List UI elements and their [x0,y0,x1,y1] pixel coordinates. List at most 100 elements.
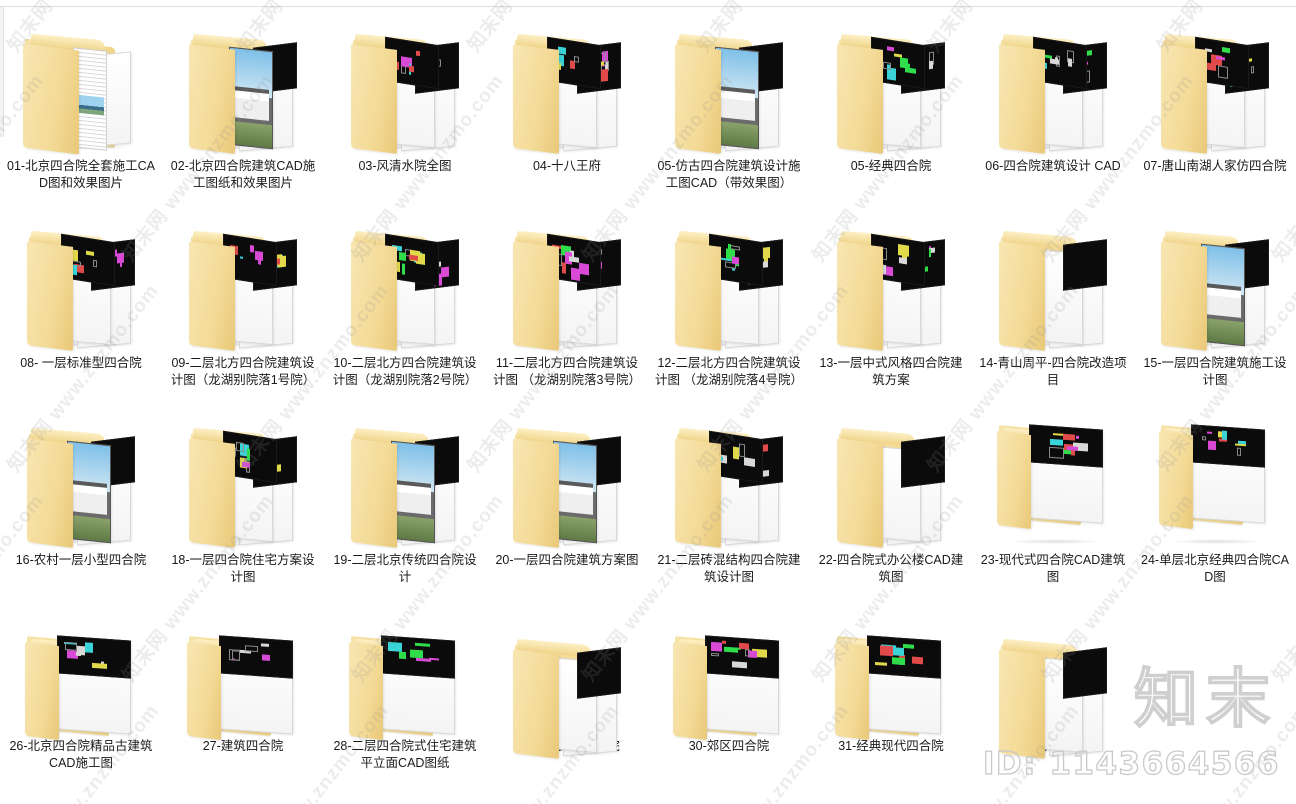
folder-photo-icon[interactable] [669,27,789,154]
folder-item[interactable]: 24-单层北京经典四合院CAD图 [1134,401,1296,598]
folder-simple-icon[interactable] [345,632,465,741]
folder-item[interactable]: 14-青山周平-四合院改造项目 [972,204,1134,401]
folder-item[interactable]: 31-经典现代四合院 [810,598,972,795]
folder-cad-icon[interactable] [183,421,303,548]
folder-cad-icon[interactable] [345,224,465,351]
folder-simple-icon[interactable] [993,421,1113,546]
folder-front-flap [997,430,1031,530]
folder-plain-icon[interactable] [507,632,627,759]
folder-photo-icon[interactable] [507,421,627,548]
folder-label: 30-郊区四合院 [688,739,770,753]
cad-thumbnail-mark [905,62,911,69]
folder-label: 12-二层北方四合院建筑设计图 （龙湖别院落4号院） [655,356,803,387]
folder-item[interactable]: 13-一层中式风格四合院建筑方案 [810,204,972,401]
folder-cad-icon[interactable] [993,27,1113,154]
folder-item[interactable]: 05-经典四合院 [810,7,972,204]
folder-plain-icon[interactable] [993,632,1113,759]
folder-cad-icon[interactable] [669,421,789,548]
folder-label: 02-北京四合院建筑CAD施工图纸和效果图片 [170,159,316,190]
cad-thumbnail-mark [744,456,756,468]
cad-thumbnail-mark [893,53,902,58]
folder-item[interactable]: 28-二层四合院式住宅建筑平立面CAD图纸 [324,598,486,795]
folder-front-flap [673,641,707,741]
folder-item[interactable]: 四合院赠品包 [972,598,1134,795]
photo-thumbnail [715,46,759,150]
folder-item[interactable]: 18-一层四合院住宅方案设计图 [162,401,324,598]
cad-thumbnail-mark [744,648,751,657]
cad-thumbnail-sheet [57,635,131,679]
folder-item[interactable]: 30-郊区四合院 [648,598,810,795]
cad-thumbnail-mark [899,257,907,264]
folder-plain-icon[interactable] [831,421,951,548]
folder-icon [21,421,141,548]
folder-item[interactable]: 04-十八王府 [486,7,648,204]
photo-thumbnail [67,440,111,544]
folder-item[interactable]: 08- 一层标准型四合院 [0,204,162,401]
folder-front-flap [27,241,73,351]
folder-simple-icon[interactable] [21,632,141,741]
folder-photo-icon[interactable] [345,421,465,548]
folder-item[interactable]: 21-二层砖混结构四合院建筑设计图 [648,401,810,598]
folder-simple-icon[interactable] [669,632,789,741]
folder-cad-icon[interactable] [831,27,951,154]
folder-item[interactable]: 15-一层四合院建筑施工设计图 [1134,204,1296,401]
cad-thumbnail-mark [1206,62,1216,72]
cad-thumbnail-mark [1067,58,1073,67]
folder-item[interactable]: 07-唐山南湖人家仿四合院 [1134,7,1296,204]
folder-label: 14-青山周平-四合院改造项目 [979,356,1127,387]
folder-simple-icon[interactable] [831,632,951,741]
photo-layer-gnd [68,514,110,543]
folder-label: 05-经典四合院 [850,159,932,173]
folder-item[interactable]: 27-建筑四合院 [162,598,324,795]
folder-pages-icon[interactable] [21,27,141,155]
folder-cad-icon[interactable] [21,224,141,351]
folder-item[interactable]: 29-北京民居四合院 [486,598,648,795]
folder-front-flap [837,438,883,548]
cad-thumbnail-sheet [705,635,779,679]
folder-item[interactable]: 05-仿古四合院建筑设计施工图CAD（带效果图） [648,7,810,204]
folder-item[interactable]: 01-北京四合院全套施工CAD图和效果图片 [0,7,162,204]
folder-cad-icon[interactable] [183,224,303,351]
folder-label: 01-北京四合院全套施工CAD图和效果图片 [7,159,155,190]
folder-item[interactable]: 19-二层北京传统四合院设计 [324,401,486,598]
folder-plain-icon[interactable] [993,224,1113,351]
folder-photo-icon[interactable] [1155,224,1275,351]
folder-item[interactable]: 02-北京四合院建筑CAD施工图纸和效果图片 [162,7,324,204]
folder-item[interactable]: 03-风清水院全图 [324,7,486,204]
folder-item[interactable]: 11-二层北方四合院建筑设计图 （龙湖别院落3号院） [486,204,648,401]
folder-item[interactable]: 09-二层北方四合院建筑设计图（龙湖别院落1号院） [162,204,324,401]
folder-photo-icon[interactable] [21,421,141,548]
folder-label: 04-十八王府 [532,159,602,173]
folder-item[interactable]: 10-二层北方四合院建筑设计图（龙湖别院落2号院） [324,204,486,401]
cad-thumbnail-mark [562,261,566,274]
folder-icon [345,421,465,548]
photo-layer-gnd [392,514,434,543]
cad-thumbnail-mark [245,645,259,652]
folder-item[interactable]: 22-四合院式办公楼CAD建筑图 [810,401,972,598]
folder-item[interactable]: 16-农村一层小型四合院 [0,401,162,598]
folder-icon [183,632,303,741]
cad-thumbnail-mark [892,656,905,666]
folder-photo-icon[interactable] [183,27,303,154]
folder-front-flap [189,44,235,154]
folder-item[interactable]: 06-四合院建筑设计 CAD [972,7,1134,204]
folder-cad-icon[interactable] [345,27,465,154]
folder-item[interactable]: 20-一层四合院建筑方案图 [486,401,648,598]
folder-cad-icon[interactable] [507,224,627,351]
folder-item[interactable]: 26-北京四合院精品古建筑CAD施工图 [0,598,162,795]
folder-cad-icon[interactable] [669,224,789,351]
folder-simple-icon[interactable] [1155,421,1275,546]
cad-thumbnail-mark [911,656,923,665]
cad-thumbnail-mark [75,651,82,657]
cad-thumbnail-mark [239,256,244,259]
folder-cad-icon[interactable] [831,224,951,351]
folder-icon [993,27,1113,154]
cad-thumbnail-mark [893,647,905,656]
folder-item[interactable]: 23-现代式四合院CAD建筑图 [972,401,1134,598]
folder-front-flap [23,43,79,155]
folder-item[interactable]: 12-二层北方四合院建筑设计图 （龙湖别院落4号院） [648,204,810,401]
folder-cad-icon[interactable] [1155,27,1275,154]
cad-thumbnail-mark [1251,66,1255,74]
folder-simple-icon[interactable] [183,632,303,741]
folder-cad-icon[interactable] [507,27,627,154]
